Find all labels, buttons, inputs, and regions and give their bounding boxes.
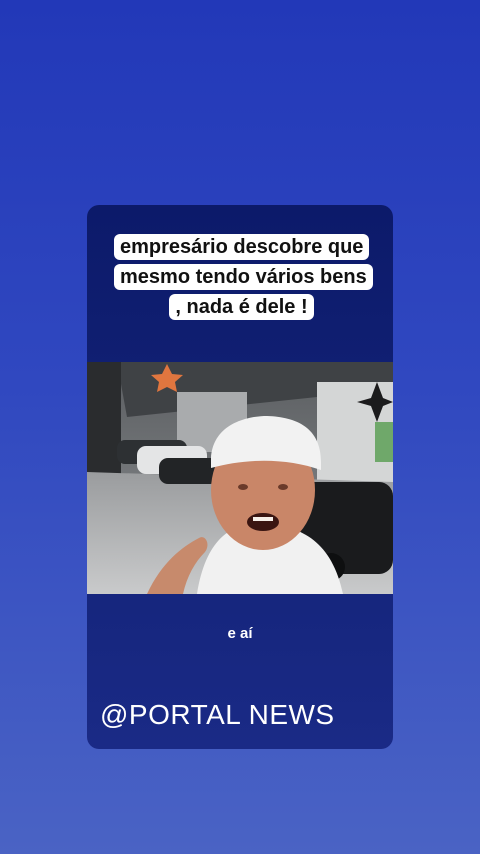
headline-text: empresário descobre que mesmo tendo vári… bbox=[114, 234, 373, 320]
headline-caption: empresário descobre que mesmo tendo vári… bbox=[114, 232, 373, 322]
video-post-card[interactable]: empresário descobre que mesmo tendo vári… bbox=[87, 205, 393, 749]
video-subtitle: e aí bbox=[227, 625, 253, 642]
video-frame[interactable] bbox=[87, 362, 393, 594]
channel-watermark: @PORTAL NEWS bbox=[100, 699, 335, 730]
video-still-image bbox=[87, 362, 393, 594]
